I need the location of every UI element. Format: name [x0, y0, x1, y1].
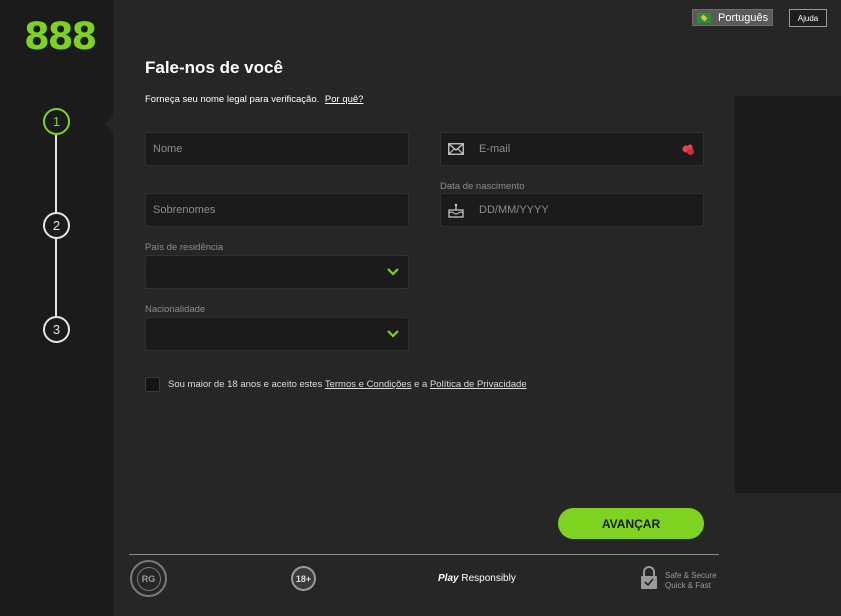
secure-badge: Safe & Secure Quick & Fast [640, 566, 717, 595]
brand-logo[interactable]: 888 [24, 18, 97, 55]
why-link[interactable]: Por quê? [325, 94, 364, 105]
page-title: Fale-nos de você [145, 58, 283, 77]
terms-row: Sou maior de 18 anos e aceito estes Term… [145, 377, 527, 392]
alert-icon [682, 144, 695, 159]
country-select[interactable] [145, 255, 409, 289]
secure-text: Safe & Secure Quick & Fast [665, 571, 717, 591]
lock-icon [640, 566, 658, 595]
terms-link[interactable]: Termos e Condições [325, 379, 412, 390]
envelope-icon [448, 141, 464, 157]
chevron-down-icon [387, 329, 399, 341]
terms-checkbox[interactable] [145, 377, 160, 392]
dob-label: Data de nascimento [440, 181, 525, 192]
age-restriction-badge: 18+ [291, 566, 316, 591]
email-placeholder: E-mail [479, 143, 511, 155]
sidebar: 888 1 2 3 [0, 0, 113, 616]
first-name-input[interactable]: Nome [145, 132, 409, 166]
first-name-placeholder: Nome [153, 143, 183, 155]
rg-label: RG [136, 566, 161, 591]
help-button[interactable]: Ajuda [789, 9, 827, 27]
responsibly-label: Responsibly [461, 573, 516, 584]
dob-placeholder: DD/MM/YYYY [479, 204, 549, 216]
cake-icon [448, 202, 464, 218]
secure-line-2: Quick & Fast [665, 580, 711, 590]
side-panel [735, 96, 841, 493]
dob-field[interactable]: DD/MM/YYYY [440, 193, 704, 227]
step-3-indicator: 3 [43, 316, 70, 343]
privacy-link[interactable]: Política de Privacidade [430, 379, 527, 390]
step-pointer [105, 116, 113, 132]
email-field[interactable]: E-mail [440, 132, 704, 166]
last-name-placeholder: Sobrenomes [153, 204, 216, 216]
language-selector[interactable]: Português [692, 9, 773, 26]
secure-line-1: Safe & Secure [665, 570, 717, 580]
responsible-gaming-badge[interactable]: RG [130, 560, 167, 597]
terms-prefix: Sou maior de 18 anos e aceito estes [168, 379, 323, 390]
step-2-indicator: 2 [43, 212, 70, 239]
footer-divider [129, 554, 719, 555]
nationality-select[interactable] [145, 317, 409, 351]
flag-icon [697, 12, 711, 23]
form-subtitle: Forneça seu nome legal para verificação.… [145, 94, 363, 105]
step-connector [55, 135, 57, 213]
play-label: Play [438, 573, 459, 584]
chevron-down-icon [387, 267, 399, 279]
nationality-label: Nacionalidade [145, 304, 206, 315]
play-responsibly-link[interactable]: Play Responsibly [438, 573, 516, 584]
last-name-input[interactable]: Sobrenomes [145, 193, 409, 227]
terms-middle: e a [414, 379, 428, 390]
step-connector [55, 238, 57, 316]
country-label: País de residência [145, 242, 224, 253]
submit-button[interactable]: AVANÇAR [558, 508, 704, 539]
subtitle-text: Forneça seu nome legal para verificação. [145, 94, 320, 105]
language-label: Português [718, 11, 769, 24]
step-1-indicator: 1 [43, 108, 70, 135]
